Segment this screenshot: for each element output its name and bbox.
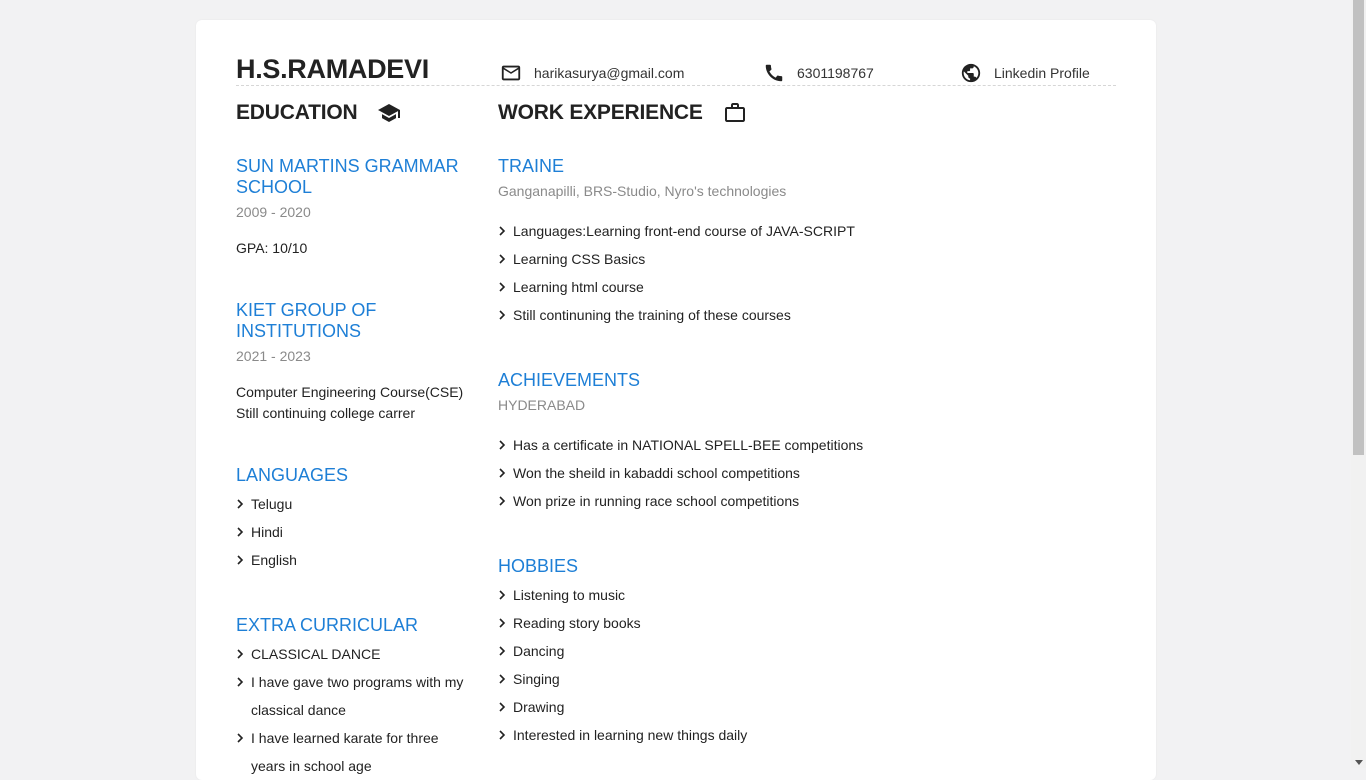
job-place: Ganganapilli, BRS-Studio, Nyro's technol… [498,183,787,199]
hobbies-list: Listening to music Reading story books D… [498,581,1098,749]
chevron-right-icon [237,733,244,743]
graduation-cap-icon [378,104,401,122]
work-experience-heading: WORK EXPERIENCE [498,101,747,125]
chevron-right-icon [237,555,244,565]
chevron-right-icon [237,499,244,509]
achievements-heading: ACHIEVEMENTS [498,370,641,390]
list-item: Telugu [236,490,476,518]
linkedin-contact[interactable]: Linkedin Profile [960,61,1090,85]
chevron-right-icon [499,618,506,628]
education-heading: EDUCATION [236,101,401,125]
list-item: Drawing [498,693,1098,721]
briefcase-icon [724,103,745,122]
languages-list: Telugu Hindi English [236,490,476,574]
chevron-right-icon [499,590,506,600]
job-role: TRAINE [498,156,565,176]
list-item: Hindi [236,518,476,546]
languages-heading: LANGUAGES [236,465,349,485]
school-name: KIET GROUP OF INSTITUTIONS [236,300,377,341]
scrollbar-thumb[interactable] [1353,0,1364,455]
list-item: I have gave two programs with my classic… [236,668,476,724]
chevron-right-icon [499,226,506,236]
list-item: I have learned karate for three years in… [236,724,476,780]
list-item: Singing [498,665,1098,693]
work-list: Languages:Learning front-end course of J… [498,217,1098,329]
school-detail: Still continuing college carrer [236,405,415,421]
list-item: Interested in learning new things daily [498,721,1098,749]
school-detail: GPA: 10/10 [236,240,308,256]
scroll-down-arrow-icon[interactable] [1355,760,1363,765]
achievements-list: Has a certificate in NATIONAL SPELL-BEE … [498,431,1098,515]
list-item: English [236,546,476,574]
chevron-right-icon [499,468,506,478]
chevron-right-icon [237,677,244,687]
email-text: harikasurya@gmail.com [534,65,685,81]
chevron-right-icon [499,254,506,264]
list-item: Listening to music [498,581,1098,609]
school-name: SUN MARTINS GRAMMAR SCHOOL [236,156,459,197]
list-item: Still continuning the training of these … [498,301,1098,329]
list-item: Learning CSS Basics [498,245,1098,273]
extra-curricular-list: CLASSICAL DANCE I have gave two programs… [236,640,476,780]
chevron-right-icon [499,674,506,684]
list-item: Languages:Learning front-end course of J… [498,217,1098,245]
phone-icon [765,64,783,82]
hobbies-heading: HOBBIES [498,556,579,576]
chevron-right-icon [499,282,506,292]
chevron-right-icon [499,310,506,320]
list-item: Dancing [498,637,1098,665]
phone-contact[interactable]: 6301198767 [763,61,874,85]
list-item: CLASSICAL DANCE [236,640,476,668]
list-item: Won the sheild in kabaddi school competi… [498,459,1098,487]
chevron-right-icon [499,496,506,506]
school-detail: Computer Engineering Course(CSE) [236,384,464,400]
achievements-place: HYDERABAD [498,397,586,413]
school-years: 2009 - 2020 [236,204,311,220]
candidate-name: H.S.RAMADEVI [236,54,429,84]
list-item: Learning html course [498,273,1098,301]
header-divider [236,85,1116,86]
chevron-right-icon [237,527,244,537]
email-contact[interactable]: harikasurya@gmail.com [500,61,684,85]
chevron-right-icon [499,702,506,712]
chevron-right-icon [499,440,506,450]
list-item: Has a certificate in NATIONAL SPELL-BEE … [498,431,1098,459]
page-scrollbar[interactable] [1351,0,1366,768]
linkedin-link[interactable]: Linkedin Profile [994,65,1090,81]
school-years: 2021 - 2023 [236,348,311,364]
phone-text: 6301198767 [797,65,874,81]
list-item: Won prize in running race school competi… [498,487,1098,515]
globe-icon [961,63,981,83]
extra-curricular-heading: EXTRA CURRICULAR [236,615,419,635]
chevron-right-icon [499,730,506,740]
chevron-right-icon [499,646,506,656]
mail-icon [501,65,521,81]
chevron-right-icon [237,649,244,659]
list-item: Reading story books [498,609,1098,637]
